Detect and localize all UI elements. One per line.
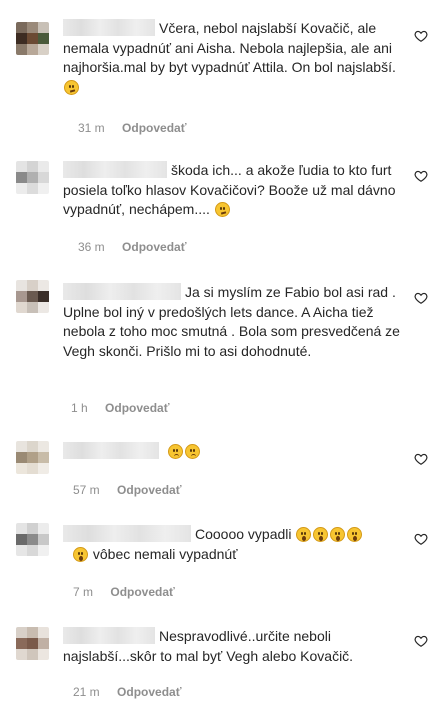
comment-text <box>63 442 403 462</box>
reply-button[interactable]: Odpovedať <box>110 585 174 599</box>
username-blurred[interactable] <box>63 161 167 178</box>
username-blurred[interactable] <box>63 19 155 36</box>
reply-button[interactable]: Odpovedať <box>117 483 181 497</box>
heart-outline-icon[interactable] <box>414 169 428 183</box>
heart-outline-icon[interactable] <box>414 634 428 648</box>
comment-meta: 7 m Odpovedať <box>73 585 175 599</box>
avatar[interactable] <box>16 441 49 474</box>
comment-meta: 1 h Odpovedať <box>71 401 169 415</box>
comment-time: 1 h <box>71 401 88 415</box>
astonished-face-emoji-icon <box>73 546 88 562</box>
comment-text: Cooooo vypadli vôbec nemali vypadnúť <box>63 525 403 564</box>
reply-button[interactable]: Odpovedať <box>122 240 186 254</box>
astonished-face-emoji-icon <box>330 527 346 542</box>
avatar[interactable] <box>16 627 49 660</box>
comment-time: 7 m <box>73 585 94 599</box>
reply-button[interactable]: Odpovedať <box>105 401 169 415</box>
comment-meta: 36 m Odpovedať <box>78 240 186 254</box>
comment-time: 36 m <box>78 240 105 254</box>
comment-time: 31 m <box>78 121 105 135</box>
username-blurred[interactable] <box>63 283 181 300</box>
comment-text: Ja si myslím ze Fabio bol asi rad . Upln… <box>63 283 400 359</box>
sad-face-emoji-icon <box>167 444 183 459</box>
comment-time: 21 m <box>73 685 100 699</box>
confused-face-emoji-icon <box>64 79 79 95</box>
comment-meta: 31 m Odpovedať <box>78 121 186 135</box>
avatar[interactable] <box>16 523 49 556</box>
comment-meta: 57 m Odpovedať <box>73 483 181 497</box>
avatar[interactable] <box>16 22 49 55</box>
comment-meta: 21 m Odpovedať <box>73 685 181 699</box>
astonished-face-emoji-icon <box>347 527 363 542</box>
username-blurred[interactable] <box>63 442 159 459</box>
reply-button[interactable]: Odpovedať <box>122 121 186 135</box>
astonished-face-emoji-icon <box>313 527 329 542</box>
comment-text: Nespravodlivé..určite neboli najslabší..… <box>63 627 354 664</box>
avatar[interactable] <box>16 161 49 194</box>
astonished-face-emoji-icon <box>296 527 312 542</box>
heart-outline-icon[interactable] <box>414 452 428 466</box>
heart-outline-icon[interactable] <box>414 291 428 305</box>
comment-time: 57 m <box>73 483 100 497</box>
avatar[interactable] <box>16 280 49 313</box>
sad-face-emoji-icon <box>184 444 200 459</box>
username-blurred[interactable] <box>63 525 191 542</box>
reply-button[interactable]: Odpovedať <box>117 685 181 699</box>
comment-text: Včera, nebol najslabší Kovačič, ale nema… <box>63 19 403 97</box>
heart-outline-icon[interactable] <box>414 29 428 43</box>
heart-outline-icon[interactable] <box>414 532 428 546</box>
username-blurred[interactable] <box>63 627 155 644</box>
confused-face-emoji-icon <box>214 202 230 217</box>
comment-text: škoda ich... a akože ľudia to kto furt p… <box>63 161 396 217</box>
